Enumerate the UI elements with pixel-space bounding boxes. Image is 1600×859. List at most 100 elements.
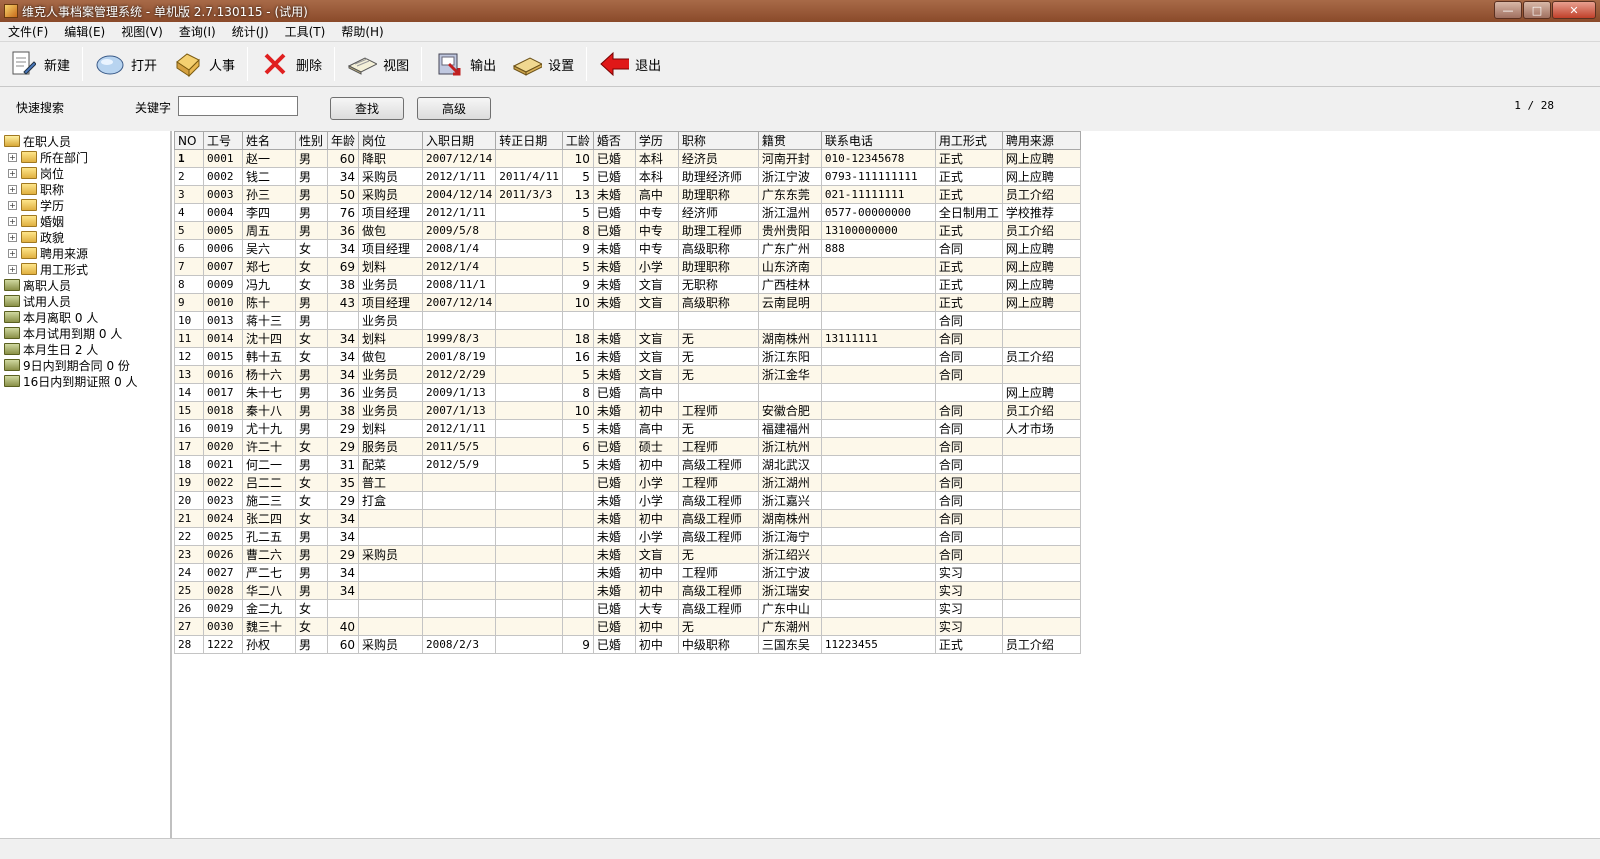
column-header[interactable]: 入职日期: [422, 131, 497, 150]
table-row[interactable]: 18 0021 何二一男 31 配菜 2012/5/9 5 未婚 初中 高级工程师 湖北武汉 合同: [174, 455, 1081, 474]
table-row[interactable]: 6 0006 吴六女 34 项目经理 2008/1/4 9 未婚 中专 高级职称 广东广州 888 合同…: [174, 239, 1081, 258]
table-row[interactable]: 3 0003 孙三男 50 采购员 2004/12/14 2011/3/3 13 未婚 高中 助理职…: [174, 185, 1081, 204]
table-row[interactable]: 19 0022 吕二二女 35 普工 已婚 小学 工程师 浙江湖州 合同: [174, 473, 1081, 492]
menu-query[interactable]: 查询(I): [171, 23, 224, 40]
tree-node-politics[interactable]: + 政貌: [0, 229, 170, 245]
tree-node-hire-source[interactable]: + 聘用来源: [0, 245, 170, 261]
table-row[interactable]: 22 0025 孔二五男 34 未婚 小学 高级工程师 浙江海宁 合同: [174, 527, 1081, 546]
table-cell: 男: [295, 293, 328, 312]
menu-view[interactable]: 视图(V): [113, 23, 171, 40]
tree-node-probation-due[interactable]: 本月试用到期 0 人: [0, 325, 170, 341]
table-row[interactable]: 24 0027 严二七男 34 未婚 初中 工程师 浙江宁波 实习: [174, 563, 1081, 582]
maximize-button[interactable]: □: [1523, 1, 1551, 19]
column-header[interactable]: 转正日期: [495, 131, 563, 150]
table-row[interactable]: 5 0005 周五男 36 做包 2009/5/8 8 已婚 中专 助理工程师 贵州贵阳 131000…: [174, 221, 1081, 240]
keyword-input[interactable]: [178, 96, 298, 116]
table-row[interactable]: 28 1222 孙权男 60 采购员 2008/2/3 9 已婚 初中 中级职称 三国东吴 11223…: [174, 635, 1081, 654]
column-header[interactable]: 年龄: [326, 131, 360, 150]
close-button[interactable]: ✕: [1552, 1, 1596, 19]
exit-button[interactable]: 退出: [591, 44, 669, 84]
table-row[interactable]: 2 0002 钱二男 34 采购员 2012/1/11 2011/4/11 5 已婚 本科 助理经济…: [174, 167, 1081, 186]
open-label: 打开: [131, 58, 158, 74]
expand-icon[interactable]: +: [8, 184, 17, 194]
tree-node-contracts-due[interactable]: 9日内到期合同 0 份: [0, 357, 170, 373]
menu-edit[interactable]: 编辑(E): [56, 23, 113, 40]
menu-help[interactable]: 帮助(H): [333, 23, 391, 40]
settings-button[interactable]: 设置: [504, 44, 582, 84]
table-row[interactable]: 9 0010 陈十男 43 项目经理 2007/12/14 10 未婚 文盲 高级职称 云南昆明 正式…: [174, 293, 1081, 312]
export-button[interactable]: 输出: [426, 44, 504, 84]
table-row[interactable]: 13 0016 杨十六男 34 业务员 2012/2/29 5 未婚 文盲无浙江金华 合同: [174, 365, 1081, 384]
tree-node-marriage[interactable]: + 婚姻: [0, 213, 170, 229]
table-row[interactable]: 23 0026 曹二六男 29 采购员 未婚 文盲无浙江绍兴 合同: [174, 545, 1081, 564]
column-header[interactable]: 用工形式: [934, 131, 1003, 150]
tree-node-resigned[interactable]: 离职人员: [0, 277, 170, 293]
menu-stats[interactable]: 统计(J): [224, 23, 277, 40]
table-cell: [495, 473, 563, 492]
delete-button[interactable]: 删除: [252, 44, 330, 84]
advanced-button[interactable]: 高级: [417, 97, 491, 120]
tree-node-position[interactable]: + 岗位: [0, 165, 170, 181]
column-header[interactable]: NO: [174, 131, 204, 150]
column-header[interactable]: 性别: [295, 131, 328, 150]
table-row[interactable]: 10 0013 蒋十三男 业务员 合同: [174, 311, 1081, 330]
table-cell: 女: [295, 617, 328, 636]
table-row[interactable]: 14 0017 朱十七男 36 业务员 2009/1/13 8 已婚 高中 网上应聘: [174, 383, 1081, 402]
expand-icon[interactable]: +: [8, 216, 17, 226]
table-row[interactable]: 20 0023 施二三女 29 打盒 未婚 小学 高级工程师 浙江嘉兴 合同: [174, 491, 1081, 510]
find-button[interactable]: 查找: [330, 97, 404, 120]
tree-node-employment-type[interactable]: + 用工形式: [0, 261, 170, 277]
table-cell: 文盲: [634, 347, 679, 366]
column-header[interactable]: 职称: [677, 131, 759, 150]
table-row[interactable]: 11 0014 沈十四女 34 划料 1999/8/3 18 未婚 文盲无湖南株州 1311111…: [174, 329, 1081, 348]
table-row[interactable]: 21 0024 张二四女 34 未婚 初中 高级工程师 湖南株州 合同: [174, 509, 1081, 528]
tree-node-education[interactable]: + 学历: [0, 197, 170, 213]
view-button[interactable]: 视图: [339, 44, 417, 84]
expand-icon[interactable]: +: [8, 264, 17, 274]
column-header[interactable]: 工号: [203, 131, 243, 150]
menu-tools[interactable]: 工具(T): [277, 23, 334, 40]
table-row[interactable]: 12 0015 韩十五女 34 做包 2001/8/19 16 未婚 文盲无浙江东阳 合同 员工介绍: [174, 347, 1081, 366]
table-row[interactable]: 7 0007 郑七女 69 划料 2012/1/4 5 未婚 小学 助理职称 山东济南 正式 网上应聘: [174, 257, 1081, 276]
tree-node-birthdays[interactable]: 本月生日 2 人: [0, 341, 170, 357]
column-header[interactable]: 工龄: [561, 131, 594, 150]
expand-icon[interactable]: +: [8, 152, 17, 162]
tree-node-department[interactable]: + 所在部门: [0, 149, 170, 165]
table-cell: 3: [174, 185, 204, 204]
column-header[interactable]: 婚否: [592, 131, 636, 150]
column-header[interactable]: 姓名: [242, 131, 296, 150]
tree-node-probation[interactable]: 试用人员: [0, 293, 170, 309]
table-cell: 全日制用工: [934, 203, 1003, 222]
table-row[interactable]: 15 0018 秦十八男 38 业务员 2007/1/13 10 未婚 初中 工程师 安徽合肥 合同员…: [174, 401, 1081, 420]
toolbar-separator: [334, 47, 336, 81]
table-row[interactable]: 17 0020 许二十女 29 服务员 2011/5/5 6 已婚 硕士 工程师 浙江杭州 合同: [174, 437, 1081, 456]
tree-node-month-resigned[interactable]: 本月离职 0 人: [0, 309, 170, 325]
tree-node-certificates-due[interactable]: 16日内到期证照 0 人: [0, 373, 170, 389]
table-row[interactable]: 1 0001 赵一男 60 降职 2007/12/14 10 已婚 本科 经济员 河南开封 010-1…: [174, 149, 1081, 168]
column-header[interactable]: 籍贯: [757, 131, 822, 150]
expand-icon[interactable]: +: [8, 232, 17, 242]
table-row[interactable]: 26 0029 金二九女 已婚 大专 高级工程师 广东中山 实习: [174, 599, 1081, 618]
table-row[interactable]: 8 0009 冯九女 38 业务员 2008/11/1 9 未婚 文盲 无职称 广西桂林 正式 网上应聘: [174, 275, 1081, 294]
tree-node-active-staff[interactable]: 在职人员: [0, 133, 170, 149]
table-row[interactable]: 16 0019 尤十九男 29 划料 2012/1/11 5 未婚 高中无福建福州 合同 人才市场: [174, 419, 1081, 438]
menu-file[interactable]: 文件(F): [0, 23, 56, 40]
table-cell: 76: [326, 203, 360, 222]
new-button[interactable]: 新建: [0, 44, 78, 84]
table-row[interactable]: 4 0004 李四男 76 项目经理 2012/1/11 5 已婚 中专 经济师 浙江温州 0577-…: [174, 203, 1081, 222]
minimize-button[interactable]: —: [1494, 1, 1522, 19]
open-button[interactable]: 打开: [87, 44, 165, 84]
column-header[interactable]: 岗位: [358, 131, 424, 150]
table-cell: [495, 509, 563, 528]
table-row[interactable]: 25 0028 华二八男 34 未婚 初中 高级工程师 浙江瑞安 实习: [174, 581, 1081, 600]
column-header[interactable]: 聘用来源: [1001, 131, 1081, 150]
expand-icon[interactable]: +: [8, 200, 17, 210]
hr-button[interactable]: 人事: [165, 44, 243, 84]
column-header[interactable]: 学历: [634, 131, 679, 150]
expand-icon[interactable]: +: [8, 248, 17, 258]
tree-node-title[interactable]: + 职称: [0, 181, 170, 197]
column-header[interactable]: 联系电话: [820, 131, 936, 150]
table-cell: 无: [677, 347, 759, 366]
expand-icon[interactable]: +: [8, 168, 17, 178]
table-row[interactable]: 27 0030 魏三十女 40 已婚 初中无广东潮州 实习: [174, 617, 1081, 636]
